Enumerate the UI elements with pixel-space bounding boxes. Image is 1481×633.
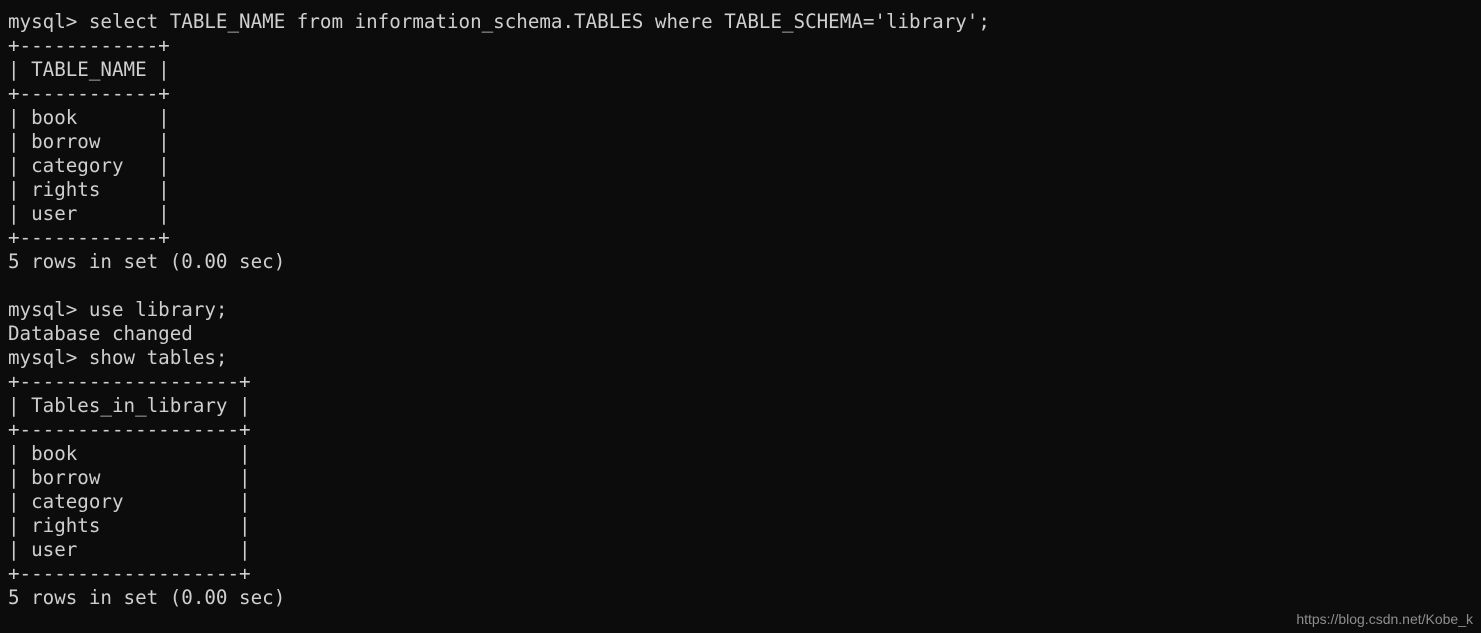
terminal-console-output: mysql> select TABLE_NAME from informatio… xyxy=(8,10,990,609)
watermark-url: https://blog.csdn.net/Kobe_k xyxy=(1296,611,1473,627)
terminal-window[interactable]: mysql> select TABLE_NAME from informatio… xyxy=(0,0,1481,633)
